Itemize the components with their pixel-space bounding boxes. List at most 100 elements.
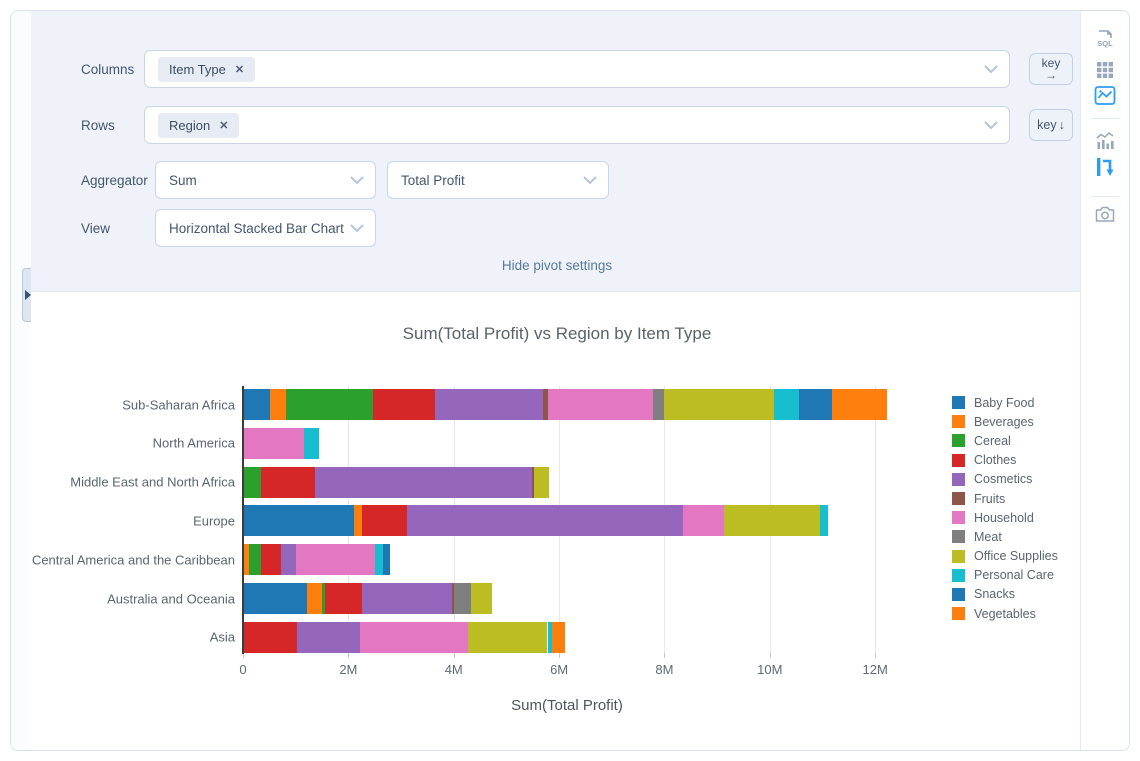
view-select[interactable]: Horizontal Stacked Bar Chart (155, 209, 376, 247)
bar-segment-clothes[interactable] (261, 544, 281, 576)
chevron-down-icon[interactable] (583, 171, 597, 189)
legend-item[interactable]: Beverages (952, 412, 1058, 431)
legend-item[interactable]: Personal Care (952, 566, 1058, 585)
pivot-icon[interactable] (1095, 156, 1115, 183)
bar-segment-clothes[interactable] (261, 466, 316, 498)
bar-segment-cereal[interactable] (243, 466, 262, 498)
bar-segment-snacks[interactable] (383, 544, 390, 576)
view-label: View (81, 221, 111, 236)
columns-key-button[interactable]: key → (1029, 53, 1073, 85)
bar-segment-baby-food[interactable] (243, 583, 308, 615)
bar-segment-beverages[interactable] (270, 389, 287, 420)
aggregator-value: Sum (169, 172, 197, 188)
legend-label: Vegetables (974, 606, 1036, 621)
aggregator-field-select[interactable]: Total Profit (387, 161, 609, 199)
bar-segment-personal-care[interactable] (303, 427, 320, 459)
legend-swatch (952, 530, 965, 544)
bar-segment-cereal[interactable] (286, 389, 374, 420)
y-axis-label: Sub-Saharan Africa (122, 397, 235, 412)
bar-segment-cosmetics[interactable] (435, 389, 544, 420)
bar-segment-cosmetics[interactable] (297, 621, 361, 653)
bar-segment-baby-food[interactable] (243, 505, 354, 537)
bar-segment-personal-care[interactable] (375, 544, 384, 576)
rows-select[interactable]: Region ✕ (144, 106, 1010, 144)
bar-segment-vegetables[interactable] (831, 389, 887, 420)
bar-segment-beverages[interactable] (353, 505, 363, 537)
chevron-down-icon[interactable] (350, 171, 364, 189)
bar-segment-office-supplies[interactable] (468, 621, 548, 653)
bar-segment-household[interactable] (296, 544, 376, 576)
legend-swatch (952, 472, 965, 486)
rows-tag-region[interactable]: Region ✕ (158, 112, 240, 138)
bar-segment-personal-care[interactable] (773, 389, 800, 420)
legend-item[interactable]: Office Supplies (952, 547, 1058, 566)
y-axis-label: Asia (209, 629, 235, 645)
bar-segment-clothes[interactable] (243, 621, 298, 653)
legend-item[interactable]: Cosmetics (952, 470, 1058, 489)
legend-item[interactable]: Baby Food (952, 393, 1058, 412)
bar-segment-cereal[interactable] (248, 544, 262, 576)
chevron-down-icon[interactable] (350, 219, 364, 237)
bar-segment-household[interactable] (360, 621, 469, 653)
x-axis-title: Sum(Total Profit) (511, 697, 623, 714)
legend-swatch (952, 511, 965, 525)
bar-segment-office-supplies[interactable] (723, 505, 820, 537)
legend-item[interactable]: Cereal (952, 431, 1058, 450)
bar-segment-office-supplies[interactable] (534, 466, 550, 498)
columns-tag-item-type[interactable]: Item Type ✕ (158, 56, 256, 82)
legend-item[interactable]: Vegetables (952, 604, 1058, 623)
rows-key-button[interactable]: key ↓ (1029, 109, 1073, 141)
bar-segment-cosmetics[interactable] (406, 505, 684, 537)
legend-item[interactable]: Household (952, 508, 1058, 527)
columns-select[interactable]: Item Type ✕ (144, 50, 1010, 88)
legend-label: Household (974, 510, 1034, 525)
bar-segment-household[interactable] (548, 389, 654, 420)
legend-item[interactable]: Clothes (952, 451, 1058, 470)
bar-segment-cosmetics[interactable] (362, 583, 452, 615)
toolbar-divider (1091, 196, 1119, 197)
x-tick-label: 4M (444, 662, 463, 677)
bar-segment-clothes[interactable] (362, 505, 407, 537)
bar-segment-vegetables[interactable] (551, 621, 565, 653)
bar-segment-snacks[interactable] (799, 389, 832, 420)
bar-segment-office-supplies[interactable] (471, 583, 493, 615)
chevron-down-icon[interactable] (984, 60, 998, 78)
x-tick-mark (348, 653, 350, 658)
legend-item[interactable]: Meat (952, 527, 1058, 546)
bar-segment-clothes[interactable] (325, 583, 363, 615)
y-axis-line (242, 386, 244, 654)
table-grid-icon[interactable] (1096, 61, 1114, 84)
legend-label: Office Supplies (974, 549, 1058, 564)
hide-pivot-settings-link[interactable]: Hide pivot settings (31, 258, 1083, 273)
sql-icon[interactable]: SQL (1095, 29, 1115, 54)
x-tick-label: 0 (239, 662, 247, 677)
legend-label: Fruits (974, 491, 1006, 506)
stats-chart-icon[interactable] (1095, 131, 1115, 156)
bar-segment-beverages[interactable] (307, 583, 323, 615)
x-tick-label: 12M (862, 662, 888, 677)
x-tick-mark (559, 653, 561, 658)
bar-segment-cosmetics[interactable] (315, 466, 532, 498)
bar-segment-cosmetics[interactable] (280, 544, 297, 576)
legend-item[interactable]: Fruits (952, 489, 1058, 508)
legend-item[interactable]: Snacks (952, 585, 1058, 604)
bar-segment-personal-care[interactable] (819, 505, 828, 537)
legend-swatch (952, 453, 965, 467)
tag-close-icon[interactable]: ✕ (219, 119, 228, 132)
tag-label: Item Type (169, 61, 226, 77)
camera-icon[interactable] (1095, 205, 1116, 228)
bar-segment-household[interactable] (243, 427, 304, 459)
x-tick-mark (769, 653, 771, 658)
bar-segment-office-supplies[interactable] (663, 389, 774, 420)
bar-segment-baby-food[interactable] (243, 389, 271, 420)
bar-segment-clothes[interactable] (373, 389, 436, 420)
chevron-down-icon[interactable] (984, 116, 998, 134)
tag-close-icon[interactable]: ✕ (235, 63, 244, 76)
aggregator-select[interactable]: Sum (155, 161, 376, 199)
bar-segment-household[interactable] (683, 505, 724, 537)
chart-image-icon[interactable] (1094, 86, 1116, 110)
bar-segment-meat[interactable] (453, 583, 472, 615)
screen: Columns Item Type ✕ key → Rows Region ✕ (0, 0, 1140, 761)
view-value: Horizontal Stacked Bar Chart (169, 220, 344, 236)
bar-segment-meat[interactable] (653, 389, 664, 420)
